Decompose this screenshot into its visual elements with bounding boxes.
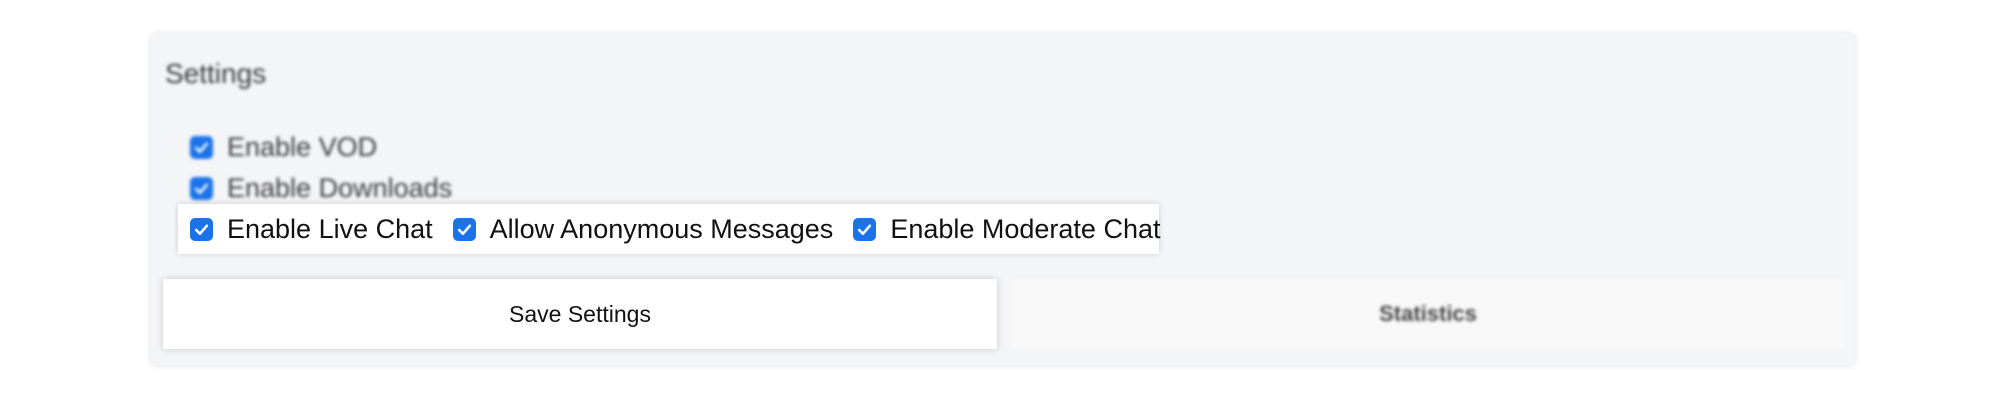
checkmark-icon (194, 224, 209, 235)
checkbox-allow-anonymous[interactable] (452, 217, 476, 241)
option-enable-vod[interactable]: Enable VOD (190, 130, 377, 164)
checkmark-icon (858, 224, 872, 235)
option-allow-anonymous[interactable]: Allow Anonymous Messages (452, 212, 834, 246)
checkmark-icon (194, 183, 209, 194)
checkbox-enable-live-chat[interactable] (190, 217, 213, 241)
option-label: Enable Live Chat (227, 213, 433, 244)
checkmark-icon (457, 224, 471, 235)
option-enable-moderate-chat[interactable]: Enable Moderate Chat (853, 212, 1160, 246)
chat-options-row: Enable Live Chat Allow Anonymous Message… (178, 204, 1160, 254)
checkbox-enable-vod[interactable] (190, 135, 213, 159)
save-settings-button[interactable]: Save Settings (163, 279, 997, 349)
panel-title: Settings (165, 58, 267, 89)
option-enable-live-chat[interactable]: Enable Live Chat (190, 212, 433, 246)
option-enable-downloads[interactable]: Enable Downloads (190, 171, 452, 205)
checkbox-enable-moderate-chat[interactable] (853, 217, 877, 241)
option-label: Enable Moderate Chat (890, 213, 1161, 244)
statistics-button[interactable]: Statistics (1011, 279, 1845, 349)
option-label: Allow Anonymous Messages (489, 213, 834, 244)
checkmark-icon (194, 142, 209, 153)
checkbox-enable-downloads[interactable] (190, 176, 213, 200)
settings-panel: Settings Enable VOD Enable Downloads Ena… (151, 34, 1855, 365)
option-label: Enable VOD (227, 131, 378, 162)
option-label: Enable Downloads (227, 172, 453, 203)
